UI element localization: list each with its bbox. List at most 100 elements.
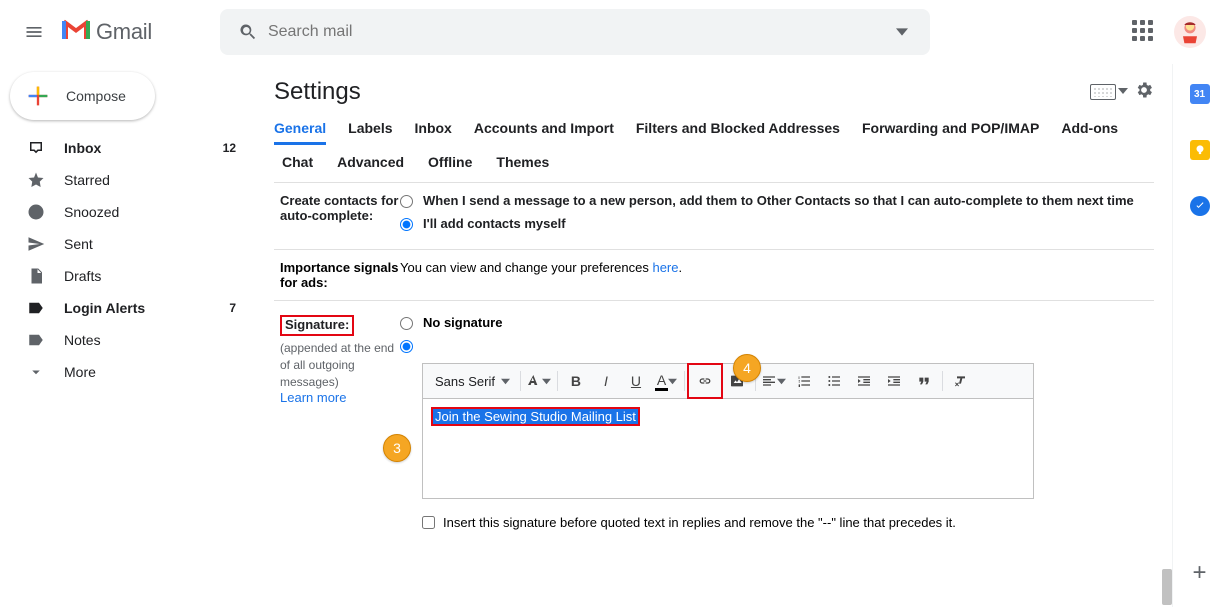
menu-button[interactable] [10, 8, 58, 56]
sidebar-item-label: Drafts [64, 268, 101, 284]
importance-section: Importance signals for ads: You can view… [274, 249, 1154, 300]
sidebar-item-sent[interactable]: Sent [0, 228, 256, 260]
signature-radio-custom[interactable] [400, 340, 413, 353]
search-input[interactable] [268, 23, 882, 41]
signature-label: Signature: [280, 315, 354, 336]
contacts-radio-auto[interactable] [400, 195, 413, 208]
annotation-badge-3: 3 [383, 434, 411, 462]
sidebar-item-drafts[interactable]: Drafts [0, 260, 256, 292]
sidebar-item-more[interactable]: More [0, 356, 256, 388]
left-sidebar: Compose Inbox 12 Starred Snoozed Sent [0, 64, 256, 607]
google-apps-button[interactable] [1132, 20, 1156, 44]
contacts-opt1-text: When I send a message to a new person, a… [423, 193, 1134, 208]
inbox-icon [26, 138, 46, 158]
gmail-logo[interactable]: Gmail [62, 17, 152, 48]
compose-button[interactable]: Compose [10, 72, 155, 120]
account-avatar[interactable] [1174, 16, 1206, 48]
quote-button[interactable] [910, 367, 938, 395]
sidebar-item-login-alerts[interactable]: Login Alerts 7 [0, 292, 256, 324]
align-button[interactable] [760, 367, 788, 395]
calendar-app-icon[interactable]: 31 [1190, 84, 1210, 104]
annotation-badge-4: 4 [733, 354, 761, 382]
indent-less-button[interactable] [850, 367, 878, 395]
scrollbar-thumb[interactable] [1162, 569, 1172, 605]
settings-tabs-2: Chat Advanced Offline Themes [274, 154, 1154, 170]
signature-editor[interactable]: Join the Sewing Studio Mailing List [422, 399, 1034, 499]
sidebar-item-label: Notes [64, 332, 101, 348]
add-app-button[interactable]: + [1192, 559, 1206, 587]
importance-text: You can view and change your preferences [400, 260, 652, 275]
main-content: Settings General Labels Inbox Accounts a… [256, 64, 1172, 607]
tab-general[interactable]: General [274, 114, 326, 145]
keep-app-icon[interactable] [1190, 140, 1210, 160]
signature-subtext: (appended at the end of all outgoing mes… [280, 340, 400, 390]
label-icon [26, 298, 46, 318]
input-tools-button[interactable] [1090, 83, 1128, 101]
sidebar-item-label: Starred [64, 172, 110, 188]
sidebar-item-starred[interactable]: Starred [0, 164, 256, 196]
tab-themes[interactable]: Themes [496, 154, 549, 170]
signature-before-quote-checkbox[interactable] [422, 516, 435, 529]
sidebar-item-snoozed[interactable]: Snoozed [0, 196, 256, 228]
underline-button[interactable]: U [622, 367, 650, 395]
tab-accounts[interactable]: Accounts and Import [474, 114, 614, 145]
create-contacts-section: Create contacts for auto-complete: When … [274, 182, 1154, 249]
bulleted-list-button[interactable] [820, 367, 848, 395]
star-icon [26, 170, 46, 190]
file-icon [26, 266, 46, 286]
settings-tabs: General Labels Inbox Accounts and Import… [274, 114, 1154, 146]
create-contacts-label: Create contacts for auto-complete: [274, 193, 400, 239]
contacts-opt2-text: I'll add contacts myself [423, 216, 566, 231]
insert-link-button[interactable] [691, 367, 719, 395]
signature-learn-more-link[interactable]: Learn more [280, 390, 346, 405]
bold-button[interactable]: B [562, 367, 590, 395]
no-signature-text: No signature [423, 315, 502, 330]
search-options-dropdown[interactable] [882, 12, 922, 52]
chevron-down-icon [26, 362, 46, 382]
sidebar-item-inbox[interactable]: Inbox 12 [0, 132, 256, 164]
tab-labels[interactable]: Labels [348, 114, 392, 145]
clock-icon [26, 202, 46, 222]
tab-forwarding[interactable]: Forwarding and POP/IMAP [862, 114, 1039, 145]
sidebar-item-label: Inbox [64, 140, 101, 156]
tab-advanced[interactable]: Advanced [337, 154, 404, 170]
numbered-list-button[interactable] [790, 367, 818, 395]
importance-label: Importance signals for ads: [274, 260, 400, 290]
chevron-down-icon [501, 374, 510, 389]
signature-toolbar: Sans Serif B I U A [422, 363, 1034, 399]
side-panel: 31 + [1172, 64, 1226, 607]
chevron-down-icon [542, 373, 551, 389]
sidebar-item-notes[interactable]: Notes [0, 324, 256, 356]
italic-button[interactable]: I [592, 367, 620, 395]
settings-gear-button[interactable] [1134, 80, 1154, 105]
tab-addons[interactable]: Add-ons [1061, 114, 1118, 145]
signature-radio-none[interactable] [400, 317, 413, 330]
signature-section: Signature: (appended at the end of all o… [274, 300, 1154, 530]
search-box[interactable] [220, 9, 930, 55]
font-family-select[interactable]: Sans Serif [429, 367, 516, 395]
contacts-radio-manual[interactable] [400, 218, 413, 231]
sidebar-item-label: More [64, 364, 96, 380]
label-icon [26, 330, 46, 350]
remove-formatting-button[interactable] [947, 367, 975, 395]
sidebar-item-count: 7 [229, 301, 244, 315]
sidebar-item-label: Login Alerts [64, 300, 145, 316]
send-icon [26, 234, 46, 254]
tab-filters[interactable]: Filters and Blocked Addresses [636, 114, 840, 145]
gmail-text: Gmail [96, 19, 152, 45]
search-icon [228, 12, 268, 52]
font-size-button[interactable] [525, 367, 553, 395]
gmail-m-icon [62, 17, 90, 48]
page-title: Settings [274, 78, 361, 106]
indent-more-button[interactable] [880, 367, 908, 395]
plus-icon [24, 82, 52, 110]
tab-chat[interactable]: Chat [282, 154, 313, 170]
tab-offline[interactable]: Offline [428, 154, 472, 170]
signature-text-selected: Join the Sewing Studio Mailing List [431, 407, 640, 426]
sidebar-item-count: 12 [223, 141, 244, 155]
text-color-button[interactable]: A [652, 367, 680, 395]
tab-inbox[interactable]: Inbox [415, 114, 452, 145]
importance-here-link[interactable]: here [652, 260, 678, 275]
chevron-down-icon [1118, 83, 1128, 101]
tasks-app-icon[interactable] [1190, 196, 1210, 216]
